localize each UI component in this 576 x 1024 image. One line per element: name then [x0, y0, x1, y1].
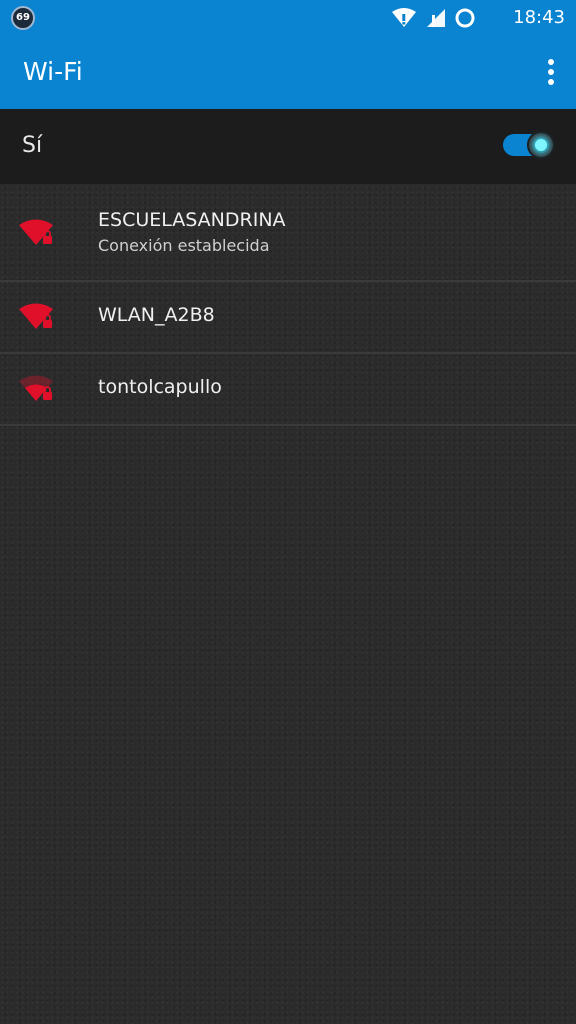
sync-ring-icon — [454, 7, 476, 29]
network-ssid: tontolcapullo — [98, 376, 222, 398]
cell-signal-alert-icon — [426, 8, 446, 28]
more-vert-icon[interactable] — [544, 56, 558, 88]
network-status: Conexión establecida — [98, 236, 270, 255]
master-switch-label: Sí — [22, 133, 43, 158]
wifi-lock-icon — [18, 218, 56, 248]
wifi-lock-icon — [18, 374, 56, 404]
wifi-toggle-switch[interactable] — [503, 130, 555, 160]
wifi-settings-screen: 69 18:43 Wi-Fi Sí ESCUELASANDRINA Conexi… — [0, 0, 576, 1024]
wifi-lock-icon — [18, 302, 56, 332]
notification-badge: 69 — [11, 6, 35, 30]
menu-dot — [548, 59, 554, 65]
network-list: ESCUELASANDRINA Conexión establecida WLA… — [0, 184, 576, 426]
network-item[interactable]: ESCUELASANDRINA Conexión establecida — [0, 184, 576, 282]
wifi-master-switch-row[interactable]: Sí — [0, 109, 576, 184]
network-ssid: ESCUELASANDRINA — [98, 209, 286, 231]
network-item[interactable]: tontolcapullo — [0, 354, 576, 426]
wifi-alert-icon — [390, 8, 418, 28]
page-title: Wi-Fi — [23, 57, 83, 86]
menu-dot — [548, 69, 554, 75]
network-ssid: WLAN_A2B8 — [98, 304, 215, 326]
status-icons — [390, 7, 476, 29]
network-item[interactable]: WLAN_A2B8 — [0, 282, 576, 354]
app-bar: Wi-Fi — [0, 36, 576, 109]
status-bar: 69 18:43 — [0, 0, 576, 36]
menu-dot — [548, 79, 554, 85]
toggle-thumb — [527, 131, 555, 159]
status-time: 18:43 — [513, 7, 565, 28]
